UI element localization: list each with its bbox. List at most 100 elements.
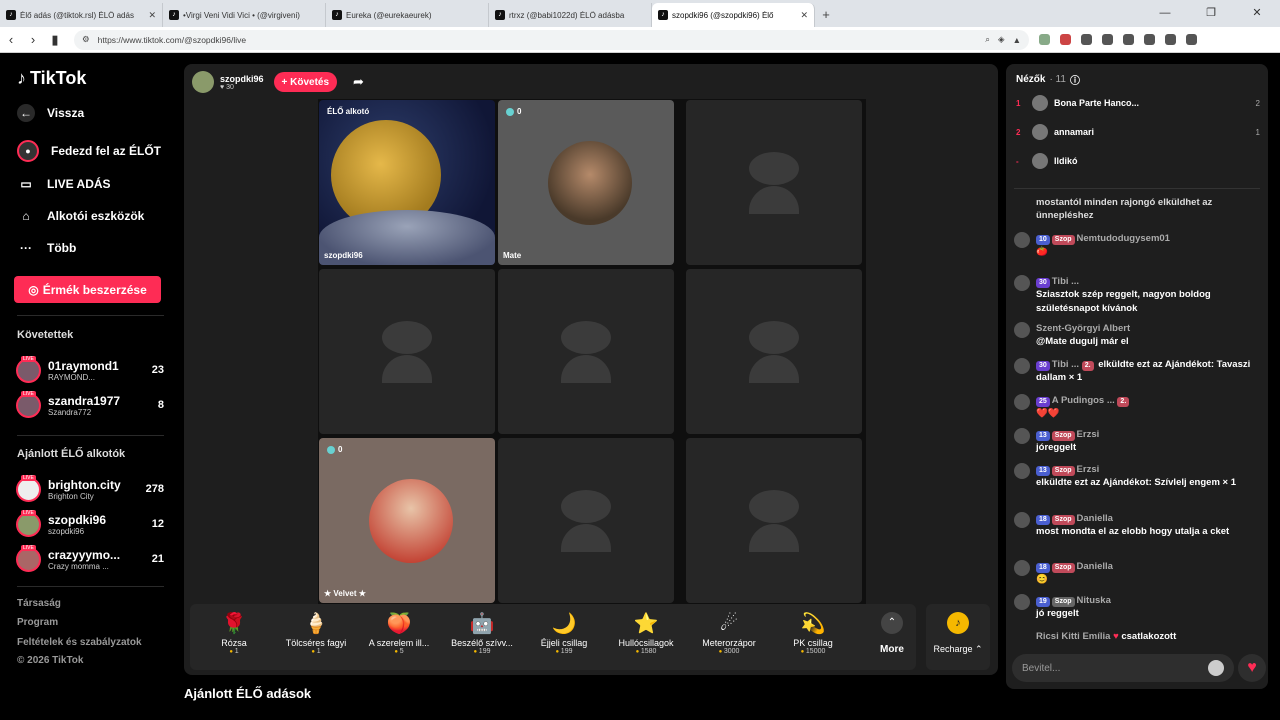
profile-icon[interactable] bbox=[1165, 34, 1176, 45]
guest-cell[interactable]: 0 Mate bbox=[498, 100, 674, 265]
more-dots-icon: ··· bbox=[20, 241, 32, 255]
top-viewer[interactable]: - Ildikó bbox=[1016, 152, 1260, 170]
tiktok-favicon-icon: ♪ bbox=[332, 10, 342, 20]
chat-message: 19 Szop Nituska jó reggelt bbox=[1014, 594, 1260, 621]
browser-tab[interactable]: ♪ •Virgi Veni Vidi Vici • (@virgiveni) bbox=[163, 3, 326, 27]
back-icon[interactable]: ‹ bbox=[0, 32, 22, 47]
close-tab-icon[interactable]: ✕ bbox=[148, 10, 156, 21]
guest-cell-host[interactable]: ÉLŐ alkotó szopdki96 bbox=[319, 100, 495, 265]
gift-item[interactable]: 🌙Éjjeli csillag199 bbox=[524, 610, 604, 655]
browser-tab[interactable]: ♪ Élő adás (@tiktok.rsl) ÉLŐ adás ✕ bbox=[0, 3, 163, 27]
following-account[interactable]: 01raymond1RAYMOND... 23 bbox=[16, 355, 164, 385]
gift-message: 30 Tibi ... 2. elküldte ezt az Ajándékot:… bbox=[1014, 358, 1260, 385]
gift-item[interactable]: 🌹Rózsa1 bbox=[194, 610, 274, 655]
join-icon bbox=[1014, 630, 1030, 646]
gift-item[interactable]: 🤖Beszélő szívv...199 bbox=[442, 610, 522, 655]
recommended-account[interactable]: crazyyymo...Crazy momma ... 21 bbox=[16, 544, 164, 574]
menu-icon[interactable] bbox=[1186, 34, 1197, 45]
browser-tab[interactable]: ♪ rtrxz (@babi1022d) ÉLŐ adásba bbox=[489, 3, 652, 27]
emoji-icon[interactable] bbox=[1208, 660, 1224, 676]
arrow-left-icon: ← bbox=[17, 104, 35, 122]
extension-icon[interactable] bbox=[1081, 34, 1092, 45]
host-name[interactable]: szopdki96 bbox=[220, 74, 264, 84]
tiktok-favicon-icon: ♪ bbox=[169, 10, 179, 20]
sidebar-icon[interactable] bbox=[1144, 34, 1155, 45]
extension-icon[interactable] bbox=[1039, 34, 1050, 45]
top-viewer[interactable]: 2 annamari 1 bbox=[1016, 123, 1260, 141]
recharge-button[interactable]: ♪ Recharge ⌃ bbox=[926, 604, 990, 670]
minimize-icon[interactable]: — bbox=[1142, 0, 1188, 27]
gift-icon bbox=[1014, 358, 1030, 374]
sidebar-item-explore-live[interactable]: ● Fedezd fel az ÉLŐT bbox=[17, 140, 161, 162]
browser-tab[interactable]: ♪ Eureka (@eurekaeurek) bbox=[326, 3, 489, 27]
browser-tabbar: ♪ Élő adás (@tiktok.rsl) ÉLŐ adás ✕ ♪ •Virg… bbox=[0, 0, 1280, 27]
extension-icon[interactable]: ▲ bbox=[1013, 35, 1021, 45]
close-window-icon[interactable]: ✕ bbox=[1234, 0, 1280, 27]
gift-item[interactable]: 💫PK csillag15000 bbox=[773, 610, 853, 655]
close-tab-icon[interactable]: ✕ bbox=[800, 10, 808, 21]
new-tab-button[interactable]: + bbox=[815, 3, 837, 27]
gift-item[interactable]: ☄Meterorzápor3000 bbox=[689, 610, 769, 655]
recommended-account[interactable]: szopdki96szopdki96 12 bbox=[16, 509, 164, 539]
empty-guest-slot[interactable] bbox=[686, 269, 862, 434]
recommended-account[interactable]: brighton.cityBrighton City 278 bbox=[16, 474, 164, 504]
follow-button[interactable]: + Követés bbox=[273, 72, 338, 92]
browser-tab-active[interactable]: ♪ szopdki96 (@szopdki96) Élő ✕ bbox=[652, 3, 815, 27]
gift-icon bbox=[1014, 463, 1030, 479]
avatar bbox=[16, 509, 41, 537]
shield-icon[interactable]: ◈ bbox=[998, 34, 1005, 45]
get-coins-button[interactable]: ◎ Érmék beszerzése bbox=[14, 276, 161, 303]
like-heart-button[interactable]: ♥ bbox=[1238, 654, 1266, 682]
avatar bbox=[1032, 95, 1048, 111]
maximize-icon[interactable]: ❐ bbox=[1188, 0, 1234, 27]
gift-item[interactable]: ⭐Hullócsillagok1580 bbox=[606, 610, 686, 655]
avatar bbox=[1014, 512, 1030, 528]
heart-icon: ♥ bbox=[1113, 631, 1119, 642]
bookmark-icon[interactable]: ▮ bbox=[44, 32, 66, 48]
live-icon: ● bbox=[17, 140, 39, 162]
avatar bbox=[16, 355, 41, 383]
sidebar-item-go-live[interactable]: ▭ LIVE ADÁS bbox=[17, 175, 110, 193]
rose-icon: 🌹 bbox=[221, 613, 247, 635]
info-icon[interactable]: ⓘ bbox=[1070, 72, 1080, 87]
sidebar-item-more[interactable]: ··· Több bbox=[17, 239, 76, 257]
chat-message: 18 Szop Daniella 😊 bbox=[1014, 560, 1260, 587]
following-title: Követettek bbox=[17, 329, 74, 341]
empty-guest-slot[interactable] bbox=[686, 438, 862, 603]
empty-guest-slot[interactable] bbox=[498, 269, 674, 434]
gift-item[interactable]: 🍑A szerelem ill...5 bbox=[359, 610, 439, 655]
footer-link[interactable]: Társaság bbox=[17, 598, 61, 609]
site-info-icon[interactable]: ⚙ bbox=[82, 34, 90, 45]
host-info: szopdki96 ♥ 30 + Követés ➦ bbox=[192, 71, 364, 93]
copyright: © 2026 TikTok bbox=[17, 655, 84, 666]
top-viewer[interactable]: 1 Bona Parte Hanco... 2 bbox=[1016, 94, 1260, 112]
tiktok-logo[interactable]: ♪ TikTok bbox=[17, 68, 86, 89]
chat-input[interactable]: Bevitel... bbox=[1012, 654, 1234, 682]
forward-icon[interactable]: › bbox=[22, 32, 44, 47]
zoom-icon[interactable]: ⌕ bbox=[985, 34, 990, 45]
guest-photo bbox=[548, 141, 632, 225]
more-gifts-button[interactable]: ⌃ More bbox=[870, 612, 914, 655]
sidebar-item-back[interactable]: ← Vissza bbox=[17, 104, 84, 122]
chevron-up-icon: ⌃ bbox=[975, 644, 983, 654]
guest-photo bbox=[369, 479, 453, 563]
host-avatar[interactable] bbox=[192, 71, 214, 93]
avatar bbox=[16, 390, 41, 418]
empty-guest-slot[interactable] bbox=[319, 269, 495, 434]
extension-icon[interactable] bbox=[1123, 34, 1134, 45]
tiktok-note-icon: ♪ bbox=[17, 68, 26, 88]
avatar bbox=[1014, 322, 1030, 338]
url-field[interactable]: ⚙ https://www.tiktok.com/@szopdki96/live… bbox=[74, 29, 1029, 50]
footer-link[interactable]: Feltételek és szabályzatok bbox=[17, 637, 142, 648]
following-account[interactable]: szandra1977Szandra772 8 bbox=[16, 390, 164, 420]
extension-icon[interactable] bbox=[1102, 34, 1113, 45]
footer-link[interactable]: Program bbox=[17, 617, 58, 628]
share-icon[interactable]: ➦ bbox=[353, 74, 364, 90]
gift-item[interactable]: 🍦Tölcséres fagyi1 bbox=[276, 610, 356, 655]
empty-guest-slot[interactable] bbox=[686, 100, 862, 265]
shooting-stars-icon: ⭐ bbox=[633, 613, 659, 635]
guest-cell[interactable]: 0 ★ Velvet ★ bbox=[319, 438, 495, 603]
sidebar-item-creator-tools[interactable]: ⌂ Alkotói eszközök bbox=[17, 207, 144, 225]
empty-guest-slot[interactable] bbox=[498, 438, 674, 603]
extension-icon[interactable] bbox=[1060, 34, 1071, 45]
